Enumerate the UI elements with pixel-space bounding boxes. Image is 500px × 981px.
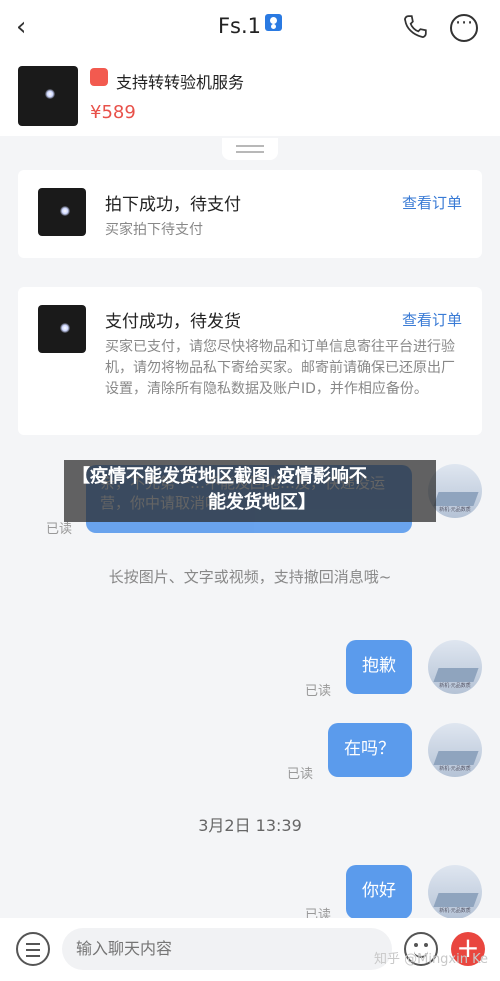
overlay-line-2: 能发货地区】 (208, 492, 316, 513)
avatar[interactable] (428, 723, 482, 777)
source-watermark: 知乎 @Mingxin Ke (373, 952, 488, 967)
product-thumbnail[interactable] (18, 66, 78, 126)
more-icon[interactable]: ⋯ (450, 14, 478, 42)
overlay-line-1: 【疫情不能发货地区截图,疫情影响不 (72, 466, 367, 487)
view-order-link[interactable]: 查看订单 (402, 192, 462, 213)
message-bubble[interactable]: 在吗？ (328, 723, 412, 777)
order-card: 支付成功，待发货 查看订单 买家已支付，请您尽快将物品和订单信息寄往平台进行验机… (18, 287, 482, 435)
product-price: ¥589 (90, 102, 136, 123)
avatar[interactable] (428, 865, 482, 919)
system-hint: 长按图片、文字或视频，支持撤回消息哦~ (108, 568, 392, 586)
message-input[interactable] (62, 928, 392, 970)
menu-list-icon[interactable] (16, 932, 50, 966)
chat-header: ‹ Fs.1 ⋯ (0, 0, 500, 56)
order-status-title: 支付成功，待发货 (105, 312, 241, 332)
read-status: 已读 (305, 684, 332, 699)
read-status: 已读 (287, 767, 314, 782)
avatar[interactable] (428, 464, 482, 518)
order-thumbnail (38, 188, 86, 236)
avatar[interactable] (428, 640, 482, 694)
order-status-title: 拍下成功，待支付 (105, 195, 241, 215)
message-bubble[interactable]: 抱歉 (346, 640, 412, 694)
order-card: 拍下成功，待支付 查看订单 买家拍下待支付 (18, 170, 482, 258)
service-label: 支持转转验机服务 (116, 73, 245, 92)
contact-name: Fs.1 (217, 14, 262, 38)
order-thumbnail (38, 305, 86, 353)
message-bubble[interactable]: 你好 (346, 865, 412, 919)
service-tag-icon (90, 68, 108, 86)
order-status-subtitle: 买家拍下待支付 (105, 222, 203, 238)
headline-overlay: 【疫情不能发货地区截图,疫情影响不 能发货地区】 (64, 460, 436, 522)
collapse-handle[interactable] (222, 138, 278, 160)
order-status-subtitle: 买家已支付，请您尽快将物品和订单信息寄往平台进行验机，请勿将物品私下寄给买家。邮… (105, 339, 455, 397)
phone-icon[interactable] (402, 14, 428, 40)
product-bar[interactable]: 支持转转验机服务 ¥589 (0, 56, 500, 136)
view-order-link[interactable]: 查看订单 (402, 309, 462, 330)
date-separator: 3月2日 13:39 (198, 816, 302, 835)
profile-badge-icon[interactable] (265, 14, 283, 31)
